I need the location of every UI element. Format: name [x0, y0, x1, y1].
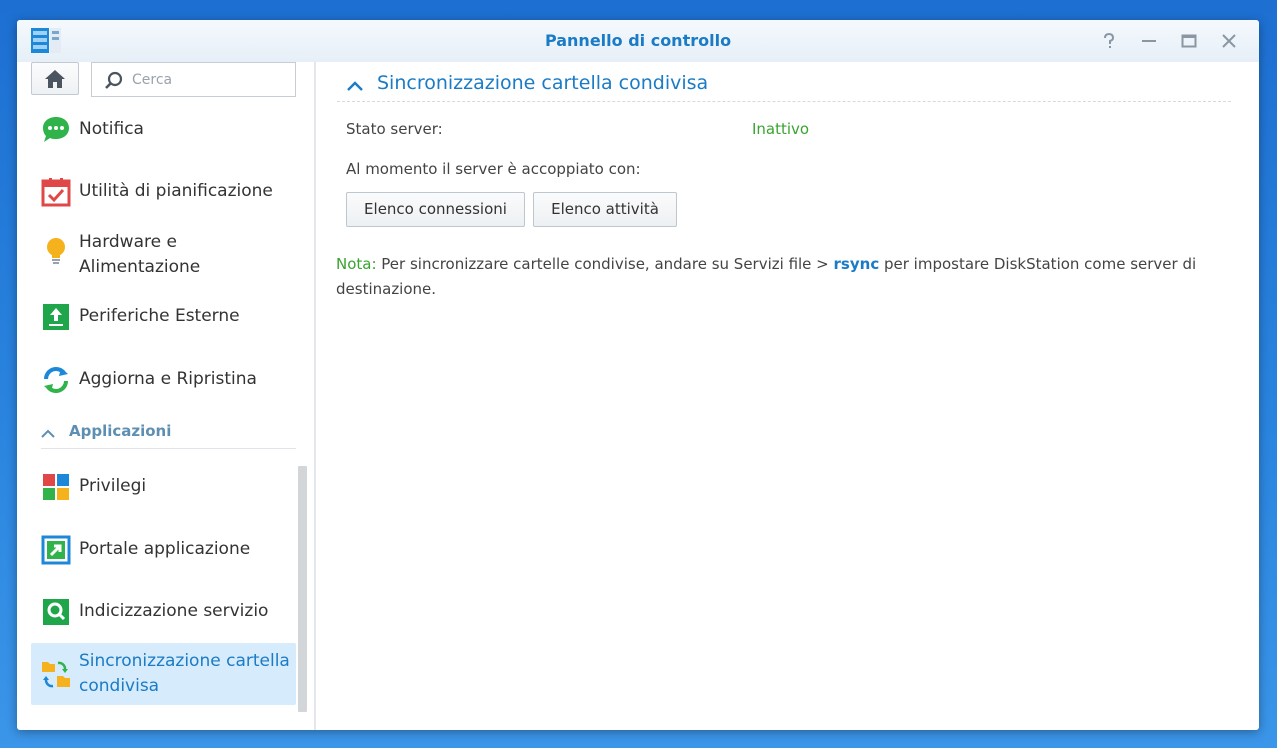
search-icon: [105, 71, 123, 89]
close-icon: [1222, 34, 1236, 48]
sidebar-item-label: Hardware e Alimentazione: [79, 232, 201, 277]
tasks-list-button[interactable]: Elenco attività: [533, 192, 677, 227]
sidebar-item-label: Notifica: [79, 119, 144, 139]
note-text: Nota: Per sincronizzare cartelle condivi…: [336, 252, 1226, 302]
title-bar[interactable]: Pannello di controllo: [17, 20, 1259, 62]
calendar-check-icon: [41, 178, 71, 207]
minimize-button[interactable]: [1140, 32, 1158, 50]
sidebar-item-hardware-alimentazione[interactable]: Hardware e Alimentazione: [31, 224, 296, 286]
home-icon: [45, 70, 65, 88]
control-panel-window: Pannello di controllo Notifica: [17, 20, 1259, 730]
sidebar-item-notifica[interactable]: Notifica: [31, 99, 296, 161]
note-prefix: Nota:: [336, 255, 377, 273]
external-device-icon: [43, 304, 69, 330]
sidebar-item-indicizzazione-servizio[interactable]: Indicizzazione servizio: [31, 581, 296, 643]
note-text-before: Per sincronizzare cartelle condivise, an…: [376, 255, 834, 273]
update-restore-icon: [44, 367, 68, 393]
sidebar-item-label: Portale applicazione: [79, 539, 251, 559]
app-portal-icon: [41, 535, 71, 565]
window-title: Pannello di controllo: [544, 31, 732, 50]
sidebar-item-label: Periferiche Esterne: [79, 306, 240, 326]
section-label: Applicazioni: [69, 422, 172, 440]
home-button[interactable]: [31, 62, 79, 95]
search-input[interactable]: [130, 69, 294, 91]
server-status-label: Stato server:: [346, 120, 443, 138]
sidebar-item-privilegi[interactable]: Privilegi: [31, 456, 296, 518]
indexing-icon: [43, 599, 69, 625]
shared-folder-sync-icon: [42, 661, 70, 688]
sidebar-divider: [314, 62, 316, 730]
sidebar-item-label: Privilegi: [79, 476, 147, 496]
section-header[interactable]: Sincronizzazione cartella condivisa: [337, 70, 1231, 102]
sidebar-item-portale-applicazione[interactable]: Portale applicazione: [31, 519, 296, 581]
notification-icon: [43, 117, 69, 142]
maximize-icon: [1181, 34, 1197, 48]
sidebar-item-label: Sincronizzazione cartella condivisa: [79, 651, 290, 696]
sidebar-scrollbar[interactable]: [298, 466, 307, 712]
help-icon: [1104, 32, 1115, 48]
paired-label: Al momento il server è accoppiato con:: [346, 160, 641, 178]
chevron-up-icon: [347, 81, 363, 91]
sidebar-item-utilita-pianificazione[interactable]: Utilità di pianificazione: [31, 161, 296, 223]
chevron-up-icon: [41, 429, 55, 438]
sidebar-item-label: Aggiorna e Ripristina: [79, 369, 257, 389]
connections-list-button[interactable]: Elenco connessioni: [346, 192, 525, 227]
section-title: Sincronizzazione cartella condivisa: [377, 72, 709, 94]
privileges-icon: [43, 474, 69, 500]
sidebar-item-aggiorna-ripristina[interactable]: Aggiorna e Ripristina: [31, 349, 296, 411]
maximize-button[interactable]: [1180, 32, 1198, 50]
close-button[interactable]: [1220, 32, 1238, 50]
search-box[interactable]: [91, 62, 296, 97]
lightbulb-icon: [47, 238, 65, 264]
help-button[interactable]: [1100, 32, 1118, 50]
minimize-icon: [1142, 40, 1156, 42]
sidebar-item-periferiche-esterne[interactable]: Periferiche Esterne: [31, 286, 296, 348]
rsync-link[interactable]: rsync: [834, 255, 880, 273]
server-status-value: Inattivo: [752, 120, 810, 138]
sidebar-item-sincronizzazione-cartella-condivisa[interactable]: Sincronizzazione cartella condivisa: [31, 643, 296, 705]
sidebar-item-label: Indicizzazione servizio: [79, 601, 269, 621]
section-applicazioni[interactable]: Applicazioni: [41, 422, 296, 449]
sidebar-item-label: Utilità di pianificazione: [79, 181, 273, 201]
